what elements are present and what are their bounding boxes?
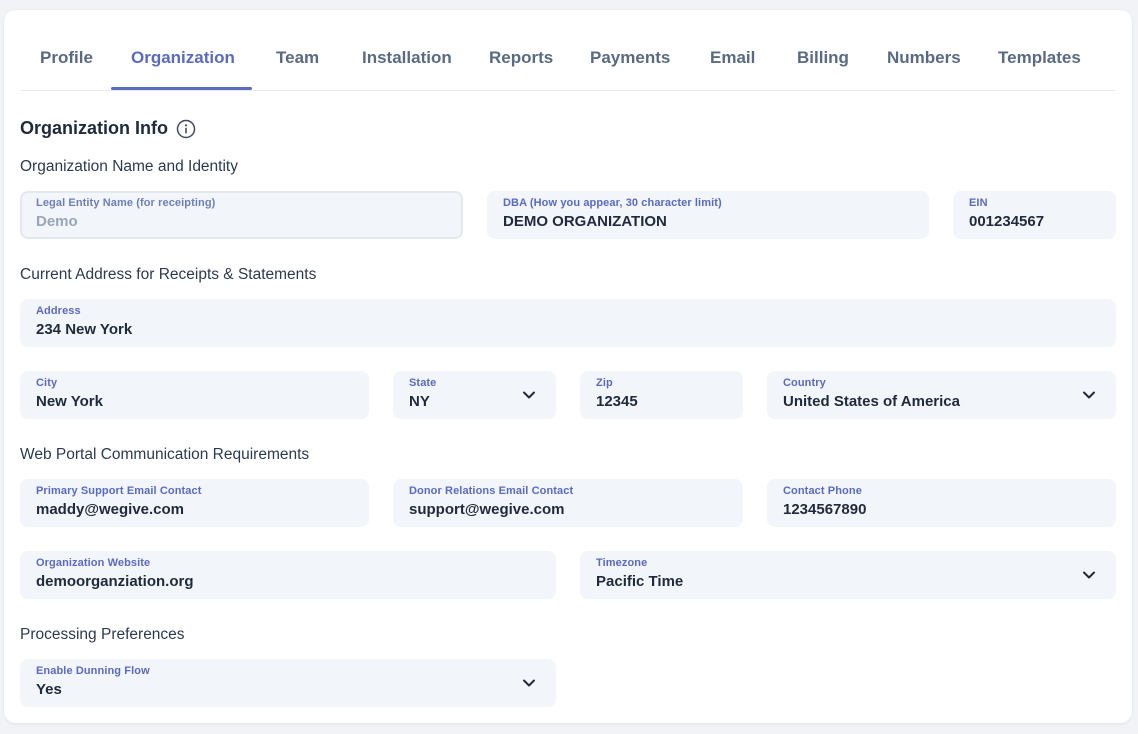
chevron-down-icon [1083,391,1095,399]
field-value: Yes [36,681,62,698]
field-value: demoorganziation.org [36,573,194,590]
field-label: Donor Relations Email Contact [409,485,574,497]
support-email-field[interactable]: Primary Support Email Contact maddy@wegi… [20,479,369,527]
settings-card: Profile Organization Team Installation R… [4,10,1132,723]
timezone-select[interactable]: Timezone Pacific Time [580,551,1116,599]
state-select[interactable]: State NY [393,371,556,419]
info-icon[interactable] [176,119,196,139]
tab-profile[interactable]: Profile [40,48,93,68]
chevron-down-icon [1083,571,1095,579]
field-label: Address [36,305,81,317]
field-label: Enable Dunning Flow [36,665,150,677]
field-label: Zip [596,377,613,389]
field-value: 1234567890 [783,501,867,518]
heading-processing: Processing Preferences [20,626,185,643]
field-value: 12345 [596,393,638,410]
field-value: support@wegive.com [409,501,565,518]
field-value: Demo [36,213,78,230]
active-tab-indicator [111,87,252,90]
website-field[interactable]: Organization Website demoorganziation.or… [20,551,556,599]
tab-installation[interactable]: Installation [362,48,452,68]
field-label: Organization Website [36,557,151,569]
field-label: State [409,377,437,389]
tab-billing[interactable]: Billing [797,48,849,68]
tab-numbers[interactable]: Numbers [887,48,961,68]
field-label: DBA (How you appear, 30 character limit) [503,197,722,209]
tab-payments[interactable]: Payments [590,48,670,68]
field-value: 001234567 [969,213,1045,230]
dunning-flow-select[interactable]: Enable Dunning Flow Yes [20,659,556,707]
field-value: DEMO ORGANIZATION [503,213,667,230]
field-label: Primary Support Email Contact [36,485,202,497]
section-title: Organization Info [20,118,196,139]
field-value: 234 New York [36,321,133,338]
ein-field[interactable]: EIN 001234567 [953,191,1116,239]
field-value: United States of America [783,393,960,410]
heading-identity: Organization Name and Identity [20,158,238,175]
field-label: EIN [969,197,988,209]
settings-tabs: Profile Organization Team Installation R… [20,10,1116,91]
tab-organization[interactable]: Organization [131,48,235,68]
field-label: Legal Entity Name (for receipting) [36,197,216,209]
field-label: Timezone [596,557,648,569]
legal-entity-name-field: Legal Entity Name (for receipting) Demo [20,191,463,239]
donor-email-field[interactable]: Donor Relations Email Contact support@we… [393,479,743,527]
address-field[interactable]: Address 234 New York [20,299,1116,347]
chevron-down-icon [523,679,535,687]
field-label: Country [783,377,826,389]
field-label: Contact Phone [783,485,862,497]
country-select[interactable]: Country United States of America [767,371,1116,419]
tab-reports[interactable]: Reports [489,48,553,68]
field-value: Pacific Time [596,573,684,590]
contact-phone-field[interactable]: Contact Phone 1234567890 [767,479,1116,527]
heading-communication: Web Portal Communication Requirements [20,446,310,463]
field-value: New York [36,393,103,410]
field-value: maddy@wegive.com [36,501,185,518]
field-label: City [36,377,58,389]
tab-templates[interactable]: Templates [998,48,1081,68]
city-field[interactable]: City New York [20,371,369,419]
dba-field[interactable]: DBA (How you appear, 30 character limit)… [487,191,929,239]
field-value: NY [409,393,430,410]
zip-field[interactable]: Zip 12345 [580,371,743,419]
chevron-down-icon [523,391,535,399]
tab-email[interactable]: Email [710,48,755,68]
tab-team[interactable]: Team [276,48,319,68]
section-title-text: Organization Info [20,118,168,138]
heading-address: Current Address for Receipts & Statement… [20,266,317,283]
